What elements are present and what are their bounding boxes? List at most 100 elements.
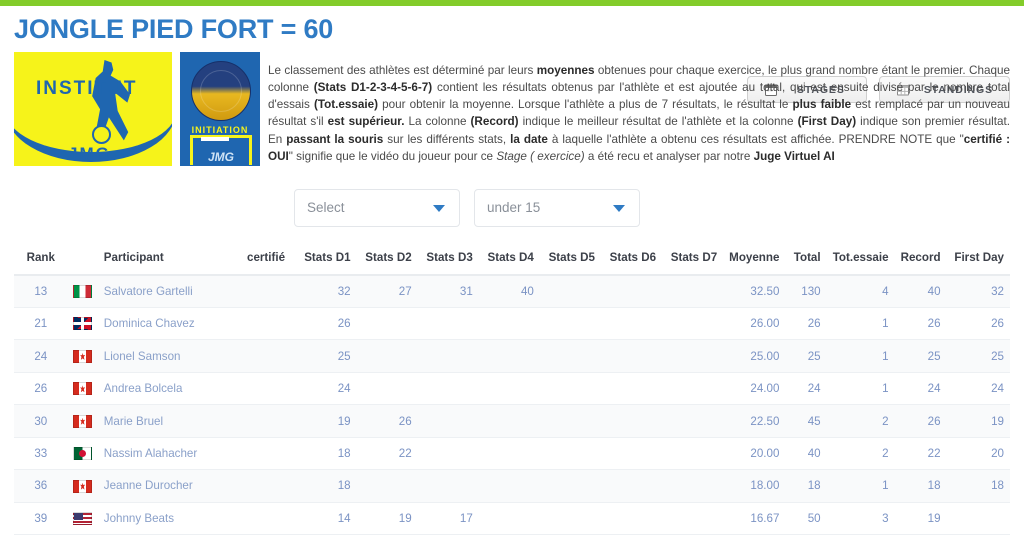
intro-p7: indique le meilleur résultat de l'athlèt…	[519, 115, 798, 128]
cell-flag	[68, 308, 98, 340]
intro-b7: (First Day)	[798, 115, 857, 128]
col-tot-essaie[interactable]: Tot.essaie	[827, 243, 895, 275]
col-first-day[interactable]: First Day	[947, 243, 1010, 275]
participant-link[interactable]: Dominica Chavez	[104, 317, 195, 330]
cell-stats-d5	[540, 437, 601, 469]
cell-stats-d1: 19	[296, 405, 357, 437]
cell-stats-d3	[418, 372, 479, 404]
cell-stats-d7	[662, 470, 723, 502]
intro-b1: moyennes	[537, 64, 595, 77]
cell-participant: Lionel Samson	[98, 340, 237, 372]
participant-link[interactable]: Marie Bruel	[104, 415, 163, 428]
cell-moyenne: 18.00	[723, 470, 785, 502]
col-certifie[interactable]: certifié	[237, 243, 296, 275]
cell-stats-d3	[418, 340, 479, 372]
cell-stats-d1: 25	[296, 340, 357, 372]
cell-rank: 26	[14, 372, 68, 404]
country-flag-icon	[73, 512, 92, 525]
table-row[interactable]: 30Marie Bruel192622.504522619	[14, 405, 1010, 437]
col-total[interactable]: Total	[785, 243, 826, 275]
cell-stats-d3	[418, 308, 479, 340]
cell-stats-d2: 19	[357, 502, 418, 534]
table-row[interactable]: 36Jeanne Durocher1818.001811818	[14, 470, 1010, 502]
col-flag	[68, 243, 98, 275]
initiation-logo-word: INITIATION	[181, 125, 259, 135]
cell-stats-d5	[540, 502, 601, 534]
cell-certifie	[237, 275, 296, 308]
cell-rank: 36	[14, 470, 68, 502]
participant-link[interactable]: Nassim Alahacher	[104, 447, 197, 460]
cell-certifie	[237, 437, 296, 469]
col-rank[interactable]: Rank	[14, 243, 68, 275]
table-row[interactable]: 39Johnny Beats14191716.6750319	[14, 502, 1010, 534]
cell-participant: Andrea Bolcela	[98, 372, 237, 404]
cell-stats-d7	[662, 502, 723, 534]
cell-stats-d1: 24	[296, 372, 357, 404]
cell-record: 19	[895, 502, 947, 534]
table-row[interactable]: 26Andrea Bolcela2424.002412424	[14, 372, 1010, 404]
category-select-value: under 15	[487, 200, 540, 215]
intro-b5: est supérieur.	[328, 115, 405, 128]
participant-link[interactable]: Lionel Samson	[104, 350, 181, 363]
intro-p11: " signifie que le vidéo du joueur pour c…	[289, 150, 497, 163]
cell-moyenne: 26.00	[723, 308, 785, 340]
col-stats-d3[interactable]: Stats D3	[418, 243, 479, 275]
cell-rank: 39	[14, 502, 68, 534]
col-stats-d7[interactable]: Stats D7	[662, 243, 723, 275]
cell-rank: 30	[14, 405, 68, 437]
soccer-ball-large-icon	[191, 61, 251, 121]
filter-row: Select under 15	[294, 189, 1010, 227]
participant-link[interactable]: Salvatore Gartelli	[104, 285, 193, 298]
cell-tot-essaie: 1	[827, 308, 895, 340]
cell-stats-d4	[479, 437, 540, 469]
cell-stats-d3	[418, 405, 479, 437]
cell-stats-d6	[601, 308, 662, 340]
cell-total: 26	[785, 308, 826, 340]
col-stats-d1[interactable]: Stats D1	[296, 243, 357, 275]
participant-link[interactable]: Andrea Bolcela	[104, 382, 183, 395]
table-row[interactable]: 21Dominica Chavez2626.002612626	[14, 308, 1010, 340]
cell-total: 18	[785, 470, 826, 502]
cell-first-day: 18	[947, 470, 1010, 502]
cell-stats-d5	[540, 308, 601, 340]
stage-select[interactable]: Select	[294, 189, 460, 227]
cell-first-day: 19	[947, 405, 1010, 437]
cell-tot-essaie: 3	[827, 502, 895, 534]
cell-flag	[68, 372, 98, 404]
col-stats-d4[interactable]: Stats D4	[479, 243, 540, 275]
participant-link[interactable]: Johnny Beats	[104, 512, 174, 525]
cell-first-day: 20	[947, 437, 1010, 469]
intro-b2: (Stats D1-2-3-4-5-6-7)	[314, 81, 432, 94]
cell-flag	[68, 502, 98, 534]
participant-link[interactable]: Jeanne Durocher	[104, 479, 193, 492]
col-record[interactable]: Record	[895, 243, 947, 275]
cell-stats-d1: 18	[296, 437, 357, 469]
cell-stats-d4: 40	[479, 275, 540, 308]
initiation-jmg-football-logo: INITIATION JMG	[180, 52, 260, 166]
country-flag-icon	[73, 480, 92, 493]
table-row[interactable]: 24Lionel Samson2525.002512525	[14, 340, 1010, 372]
cell-rank: 24	[14, 340, 68, 372]
cell-record: 24	[895, 372, 947, 404]
col-stats-d5[interactable]: Stats D5	[540, 243, 601, 275]
cell-participant: Marie Bruel	[98, 405, 237, 437]
cell-stats-d3: 31	[418, 275, 479, 308]
institut-logo-sub: JMG	[68, 144, 111, 164]
category-select[interactable]: under 15	[474, 189, 640, 227]
intro-b4: plus faible	[793, 98, 852, 111]
cell-moyenne: 22.50	[723, 405, 785, 437]
col-moyenne[interactable]: Moyenne	[723, 243, 785, 275]
intro-p1: Le classement des athlètes est déterminé…	[268, 64, 537, 77]
intro-p9: sur les différents stats,	[383, 133, 510, 146]
cell-rank: 13	[14, 275, 68, 308]
cell-stats-d5	[540, 340, 601, 372]
col-stats-d2[interactable]: Stats D2	[357, 243, 418, 275]
cell-tot-essaie: 1	[827, 470, 895, 502]
table-row[interactable]: 33Nassim Alahacher182220.004022220	[14, 437, 1010, 469]
col-participant[interactable]: Participant	[98, 243, 237, 275]
cell-stats-d5	[540, 405, 601, 437]
cell-flag	[68, 340, 98, 372]
col-stats-d6[interactable]: Stats D6	[601, 243, 662, 275]
table-row[interactable]: 13Salvatore Gartelli3227314032.501304403…	[14, 275, 1010, 308]
cell-stats-d3	[418, 470, 479, 502]
